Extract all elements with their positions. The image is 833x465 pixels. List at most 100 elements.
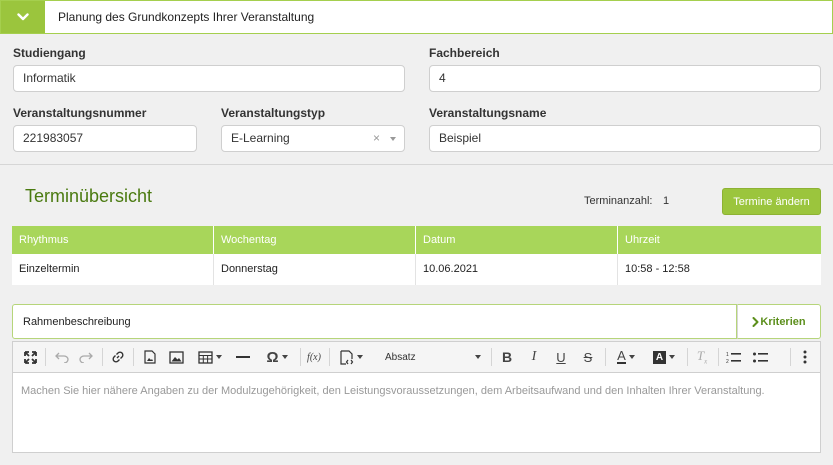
function-icon: f(x) <box>307 351 321 363</box>
link-button[interactable] <box>107 342 129 372</box>
table-cell-datum: 10.06.2021 <box>416 254 618 285</box>
more-options-button[interactable] <box>795 342 815 372</box>
column-header-wochentag[interactable]: Wochentag <box>214 226 416 254</box>
editor-placeholder: Machen Sie hier nähere Angaben zu der Mo… <box>21 385 765 397</box>
panel-title: Planung des Grundkonzepts Ihrer Veransta… <box>58 10 315 24</box>
dropdown-arrow-icon <box>628 355 635 359</box>
veranstaltungsnummer-label: Veranstaltungsnummer <box>13 106 147 120</box>
toolbar-separator <box>718 348 719 366</box>
redo-button[interactable] <box>75 342 97 372</box>
fachbereich-input[interactable]: 4 <box>429 65 821 92</box>
background-color-icon: A <box>653 350 666 364</box>
table-icon <box>198 350 213 364</box>
numbered-list-button[interactable]: 12 <box>722 342 744 372</box>
image-icon <box>168 350 184 364</box>
insert-table-button[interactable] <box>193 342 227 372</box>
toolbar-separator <box>687 348 688 366</box>
toolbar-separator <box>133 348 134 366</box>
panel-toggle-button[interactable] <box>1 1 45 33</box>
criteria-button[interactable]: Kriterien <box>737 304 821 339</box>
more-vertical-icon <box>803 350 807 364</box>
bold-button[interactable]: B <box>496 342 518 372</box>
column-header-rhythmus[interactable]: Rhythmus <box>12 226 214 254</box>
termin-count-value: 1 <box>663 195 670 207</box>
toolbar-separator <box>45 348 46 366</box>
column-header-uhrzeit[interactable]: Uhrzeit <box>618 226 821 254</box>
table-cell-wochentag: Donnerstag <box>214 254 416 285</box>
remove-format-icon: Tx <box>696 348 708 366</box>
termin-table: Rhythmus Wochentag Datum Uhrzeit Einzelt… <box>12 226 821 285</box>
panel-header[interactable]: Planung des Grundkonzepts Ihrer Veransta… <box>0 0 833 34</box>
veranstaltungsname-input[interactable]: Beispiel <box>429 125 821 152</box>
italic-button[interactable]: I <box>523 342 545 372</box>
dropdown-arrow-icon <box>356 355 363 359</box>
link-icon <box>112 351 124 363</box>
omega-icon: Ω <box>266 348 279 366</box>
studiengang-label: Studiengang <box>13 46 86 60</box>
veranstaltungsnummer-input[interactable]: 221983057 <box>13 125 197 152</box>
dropdown-arrow-icon <box>281 355 288 359</box>
svg-text:2: 2 <box>726 359 729 364</box>
toolbar-separator <box>300 348 301 366</box>
clear-selection-icon[interactable]: × <box>373 126 380 151</box>
dropdown-arrow-icon <box>216 355 222 359</box>
veranstaltungstyp-value: E-Learning <box>231 131 290 145</box>
termin-count-label: Terminanzahl: <box>584 195 653 207</box>
insert-image-file-button[interactable] <box>139 342 161 372</box>
bullet-list-icon <box>752 352 768 362</box>
column-header-datum[interactable]: Datum <box>416 226 618 254</box>
math-formula-button[interactable]: f(x) <box>304 342 324 372</box>
table-header-row: Rhythmus Wochentag Datum Uhrzeit <box>12 226 821 254</box>
strikethrough-icon: S <box>583 349 593 365</box>
font-color-button[interactable]: A <box>609 342 643 372</box>
bold-icon: B <box>501 349 513 365</box>
toolbar-separator <box>790 348 791 366</box>
rahmenbeschreibung-editor[interactable]: Machen Sie hier nähere Angaben zu der Mo… <box>12 373 821 453</box>
expand-icon <box>23 350 37 364</box>
fullscreen-button[interactable] <box>19 342 41 372</box>
table-row[interactable]: Einzeltermin Donnerstag 10.06.2021 10:58… <box>12 254 821 285</box>
source-code-icon <box>339 349 353 365</box>
special-characters-button[interactable]: Ω <box>259 342 295 372</box>
remove-format-button[interactable]: Tx <box>691 342 713 372</box>
underline-button[interactable]: U <box>550 342 572 372</box>
toolbar-separator <box>102 348 103 366</box>
section-divider <box>0 164 833 165</box>
studiengang-input[interactable]: Informatik <box>13 65 405 92</box>
change-dates-button[interactable]: Termine ändern <box>722 188 821 215</box>
paragraph-format-select[interactable]: Absatz <box>383 342 485 372</box>
undo-icon <box>55 352 69 363</box>
toolbar-separator <box>605 348 606 366</box>
underline-icon: U <box>556 349 566 365</box>
rahmenbeschreibung-title: Rahmenbeschreibung <box>23 316 131 328</box>
veranstaltungstyp-select[interactable]: E-Learning × <box>221 125 405 152</box>
rahmenbeschreibung-header: Rahmenbeschreibung <box>12 304 737 339</box>
chevron-down-icon <box>17 13 29 21</box>
toolbar-separator <box>491 348 492 366</box>
numbered-list-icon: 12 <box>726 352 741 364</box>
table-cell-rhythmus: Einzeltermin <box>12 254 214 285</box>
veranstaltungstyp-label: Veranstaltungstyp <box>221 106 326 120</box>
chevron-right-icon <box>752 316 759 327</box>
fachbereich-label: Fachbereich <box>429 46 500 60</box>
dropdown-arrow-icon <box>475 355 481 359</box>
undo-button[interactable] <box>51 342 73 372</box>
horizontal-line-button[interactable] <box>232 342 254 372</box>
italic-icon: I <box>531 349 537 364</box>
dropdown-arrow-icon <box>669 355 675 359</box>
horizontal-line-icon <box>236 356 250 358</box>
editor-toolbar: Ω f(x) Absatz B I U S A A Tx 12 <box>12 341 821 373</box>
svg-text:1: 1 <box>726 352 729 358</box>
source-code-button[interactable] <box>333 342 369 372</box>
toolbar-separator <box>329 348 330 366</box>
insert-image-button[interactable] <box>165 342 187 372</box>
bullet-list-button[interactable] <box>749 342 771 372</box>
background-color-button[interactable]: A <box>646 342 682 372</box>
redo-icon <box>79 352 93 363</box>
veranstaltungsname-label: Veranstaltungsname <box>429 106 547 120</box>
criteria-button-label: Kriterien <box>760 315 806 328</box>
caret-down-icon[interactable] <box>390 137 396 141</box>
font-color-icon: A <box>617 348 626 364</box>
strikethrough-button[interactable]: S <box>577 342 599 372</box>
table-cell-uhrzeit: 10:58 - 12:58 <box>618 254 821 285</box>
